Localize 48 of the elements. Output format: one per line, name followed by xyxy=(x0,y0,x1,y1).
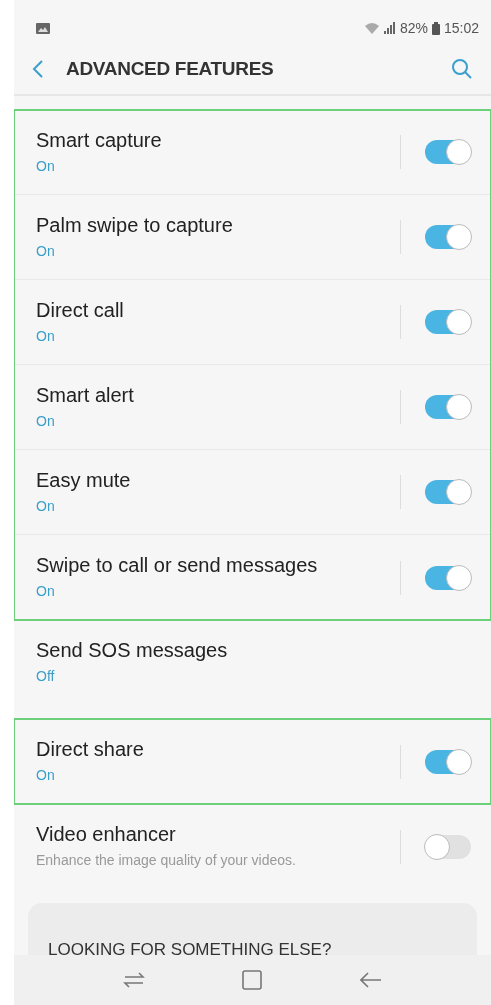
item-title: Smart capture xyxy=(36,127,163,152)
toggle-switch[interactable] xyxy=(425,749,471,774)
page-title: ADVANCED FEATURES xyxy=(66,56,274,81)
item-status: On xyxy=(36,496,56,516)
toggle-switch[interactable] xyxy=(425,395,471,419)
toggle-switch[interactable] xyxy=(425,310,471,334)
item-title: Video enhancer xyxy=(36,822,177,846)
item-title: Direct share xyxy=(36,737,145,761)
item-description: Enhance the image quality of your videos. xyxy=(36,851,297,870)
clock-time: 15:02 xyxy=(443,18,479,38)
toggle-switch[interactable] xyxy=(425,565,471,590)
back-icon[interactable] xyxy=(360,972,383,988)
settings-item[interactable]: Swipe to call or send messages On xyxy=(14,535,491,620)
item-title: Direct call xyxy=(36,297,125,322)
settings-item[interactable]: Smart alert On xyxy=(14,365,491,450)
item-title: Swipe to call or send messages xyxy=(36,553,319,577)
item-status: On xyxy=(36,411,56,431)
toggle-switch[interactable] xyxy=(425,225,471,249)
item-status: On xyxy=(36,582,56,601)
home-icon[interactable] xyxy=(242,970,263,990)
item-title: Send SOS messages xyxy=(36,638,229,662)
item-status: On xyxy=(36,766,56,785)
battery-percent: 82% xyxy=(399,18,428,38)
settings-item[interactable]: Smart capture On xyxy=(14,110,491,195)
settings-item[interactable]: Easy mute On xyxy=(14,450,491,535)
settings-item[interactable]: Send SOS messages Off xyxy=(14,620,491,705)
settings-item[interactable]: Direct call On xyxy=(14,280,491,365)
settings-item[interactable]: Palm swipe to capture On xyxy=(14,195,491,280)
recent-apps-icon[interactable] xyxy=(122,972,145,988)
toggle-switch[interactable] xyxy=(425,834,471,859)
battery-icon xyxy=(431,21,440,35)
settings-item[interactable]: Direct share On xyxy=(14,719,491,804)
search-icon[interactable] xyxy=(451,58,473,80)
card-title: LOOKING FOR SOMETHING ELSE? xyxy=(48,939,333,961)
item-title: Palm swipe to capture xyxy=(36,212,234,237)
item-status: Off xyxy=(36,667,56,686)
signal-icon xyxy=(383,22,396,34)
settings-item[interactable]: Video enhancer Enhance the image quality of your videos. xyxy=(14,804,491,889)
wifi-icon xyxy=(363,22,380,34)
toggle-switch[interactable] xyxy=(425,480,471,504)
toggle-switch[interactable] xyxy=(425,140,471,164)
back-icon[interactable] xyxy=(32,59,44,79)
item-status: On xyxy=(36,241,56,261)
item-status: On xyxy=(36,326,56,346)
item-title: Smart alert xyxy=(36,382,135,407)
item-title: Easy mute xyxy=(36,467,132,492)
item-status: On xyxy=(36,156,56,176)
gallery-icon xyxy=(36,22,50,34)
